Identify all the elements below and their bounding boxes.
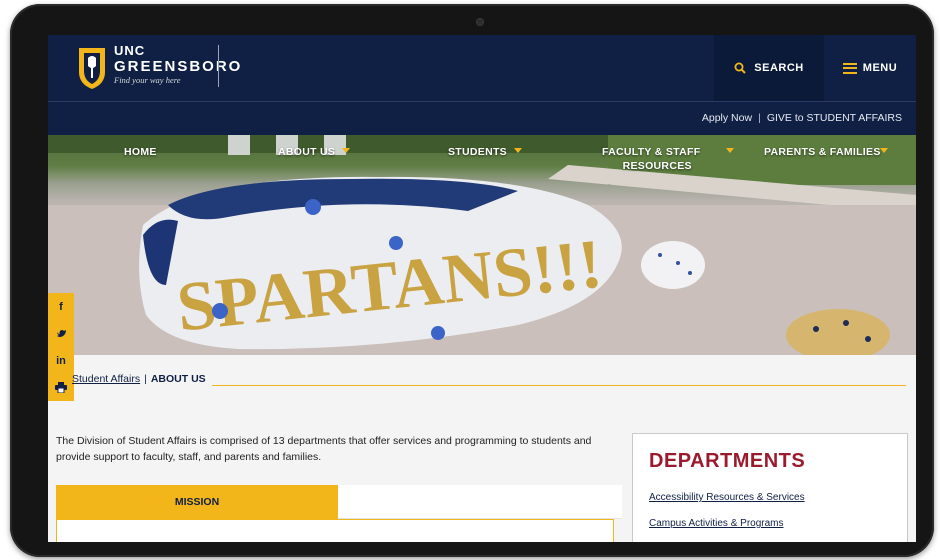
search-icon bbox=[734, 62, 746, 74]
linkedin-icon[interactable]: in bbox=[48, 347, 74, 374]
students-chevron-down-icon[interactable] bbox=[514, 148, 522, 153]
nav-faculty-line1: FACULTY & STAFF bbox=[602, 146, 701, 158]
parents-chevron-down-icon[interactable] bbox=[880, 148, 888, 153]
menu-label: MENU bbox=[862, 62, 898, 74]
tab-panel bbox=[56, 519, 614, 542]
departments-card: DEPARTMENTS Accessibility Resources & Se… bbox=[632, 433, 908, 542]
breadcrumb: Student Affairs | ABOUT US bbox=[72, 373, 206, 385]
twitter-bird-icon bbox=[56, 329, 66, 337]
faculty-chevron-down-icon[interactable] bbox=[726, 148, 734, 153]
nav-faculty-staff-resources[interactable]: FACULTY & STAFF RESOURCES bbox=[602, 145, 700, 173]
breadcrumb-student-affairs[interactable]: Student Affairs bbox=[72, 373, 140, 385]
printer-icon bbox=[55, 382, 67, 393]
dept-link-accessibility[interactable]: Accessibility Resources & Services bbox=[649, 492, 805, 503]
logo-divider bbox=[218, 45, 219, 87]
tablet-frame: UNC GREENSBORO Find your way here SEARCH… bbox=[10, 4, 934, 557]
hamburger-icon bbox=[842, 62, 857, 74]
utility-separator: | bbox=[758, 112, 761, 124]
menu-button[interactable]: MENU bbox=[824, 35, 916, 101]
uncg-logo[interactable]: UNC GREENSBORO Find your way here bbox=[76, 42, 240, 94]
breadcrumb-rule bbox=[212, 385, 906, 386]
breadcrumb-current: ABOUT US bbox=[150, 373, 206, 385]
social-share-bar: f in bbox=[48, 293, 74, 401]
search-button[interactable]: SEARCH bbox=[714, 35, 824, 101]
nav-faculty-line2: RESOURCES bbox=[622, 160, 692, 172]
facebook-icon[interactable]: f bbox=[48, 293, 74, 320]
intro-paragraph: The Division of Student Affairs is compr… bbox=[56, 435, 592, 463]
dept-link-campus-activities[interactable]: Campus Activities & Programs bbox=[649, 518, 784, 529]
nav-students[interactable]: STUDENTS bbox=[448, 145, 507, 159]
utility-bar: Apply Now | GIVE to STUDENT AFFAIRS bbox=[48, 101, 916, 135]
logo-tagline: Find your way here bbox=[114, 75, 181, 85]
tab-secondary[interactable] bbox=[338, 485, 622, 519]
nav-home[interactable]: HOME bbox=[124, 145, 157, 159]
tab-mission[interactable]: MISSION bbox=[56, 485, 338, 519]
camera-dot bbox=[476, 18, 484, 26]
twitter-icon[interactable] bbox=[48, 320, 74, 347]
apply-now-link[interactable]: Apply Now bbox=[702, 112, 752, 124]
give-link[interactable]: GIVE to STUDENT AFFAIRS bbox=[767, 112, 902, 124]
spartan-shield-icon bbox=[79, 48, 105, 89]
site-header: UNC GREENSBORO Find your way here SEARCH… bbox=[48, 35, 916, 101]
about-chevron-down-icon[interactable] bbox=[342, 148, 350, 153]
browser-screen: UNC GREENSBORO Find your way here SEARCH… bbox=[48, 35, 916, 542]
logo-unc-text: UNC bbox=[114, 43, 146, 58]
search-label: SEARCH bbox=[754, 62, 804, 74]
nav-parents-families[interactable]: PARENTS & FAMILIES bbox=[764, 145, 881, 159]
departments-title: DEPARTMENTS bbox=[649, 450, 806, 472]
print-icon[interactable] bbox=[48, 374, 74, 401]
main-nav: HOME ABOUT US STUDENTS FACULTY & STAFF R… bbox=[48, 135, 916, 175]
logo-greensboro-text: GREENSBORO bbox=[114, 58, 243, 75]
nav-about-us[interactable]: ABOUT US bbox=[278, 145, 335, 159]
breadcrumb-separator: | bbox=[144, 373, 147, 385]
content-tabs: MISSION bbox=[56, 485, 622, 519]
